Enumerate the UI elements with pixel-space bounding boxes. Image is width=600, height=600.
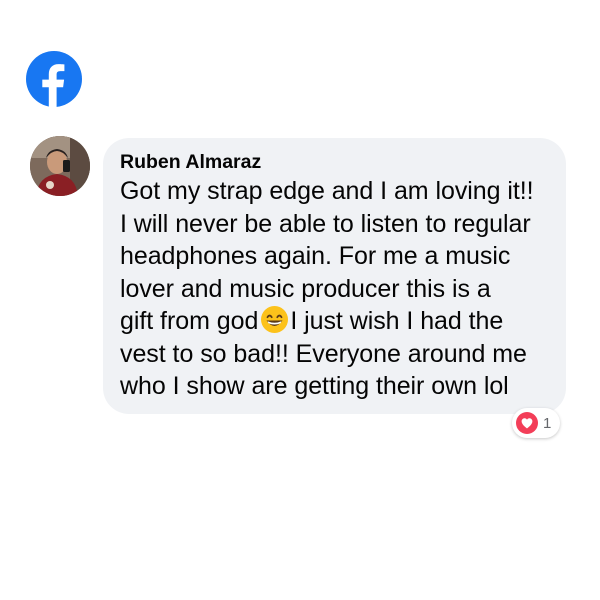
love-heart-icon: [515, 411, 539, 435]
comment-bubble: Ruben Almaraz Got my strap edge and I am…: [103, 138, 566, 414]
avatar[interactable]: [30, 136, 90, 196]
comment-text: Got my strap edge and I am loving it!! I…: [120, 175, 550, 403]
grinning-face-emoji-icon: [260, 305, 289, 334]
reaction-summary[interactable]: 1: [512, 408, 561, 438]
comment-author[interactable]: Ruben Almaraz: [120, 150, 550, 175]
facebook-logo-icon: [26, 51, 82, 107]
reaction-count: 1: [543, 414, 552, 432]
